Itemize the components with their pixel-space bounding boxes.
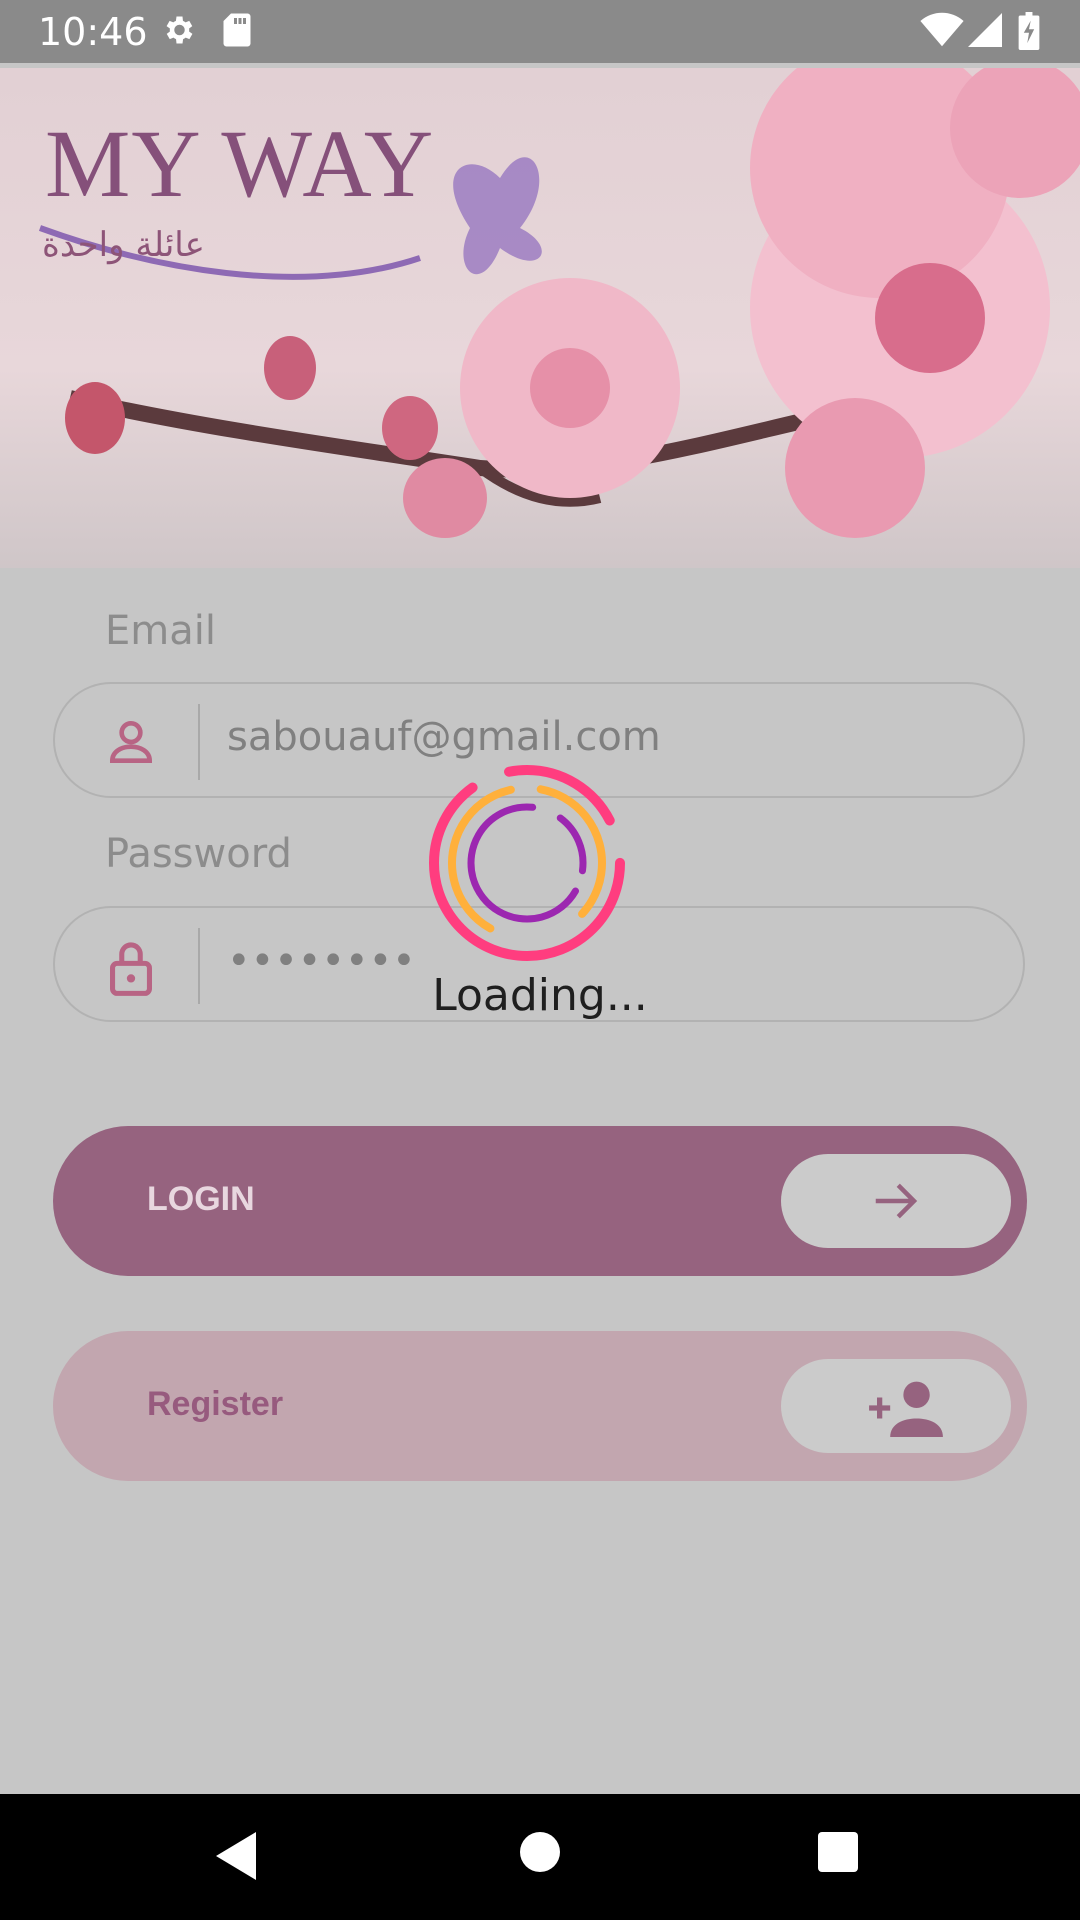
loading-spinner [429,765,625,961]
login-arrow-pill[interactable] [781,1154,1011,1248]
arrow-right-icon [875,1183,918,1219]
register-label: Register [147,1385,284,1423]
register-icon-pill[interactable] [781,1359,1011,1453]
brand-title: MY WAY [45,110,435,217]
home-icon[interactable] [520,1832,560,1877]
battery-icon [1018,12,1040,55]
settings-icon [160,12,196,53]
person-icon [103,714,159,775]
loading-text: Loading... [432,970,648,1021]
brand-subtitle: عائلة واحدة [42,225,205,265]
register-button[interactable]: Register [53,1331,1027,1481]
signal-icon [968,12,1002,53]
status-time: 10:46 [38,10,148,54]
password-label: Password [105,831,292,877]
sd-card-icon [222,12,252,53]
field-divider [198,704,200,780]
status-bar: 10:46 [0,0,1080,63]
login-button[interactable]: LOGIN [53,1126,1027,1276]
navigation-bar [0,1794,1080,1920]
wifi-icon [920,12,964,53]
recents-icon[interactable] [818,1832,858,1877]
header-image: MY WAY عائلة واحدة [0,68,1080,568]
back-icon[interactable] [216,1832,260,1885]
add-person-icon [869,1381,943,1437]
login-label: LOGIN [147,1180,255,1218]
email-input[interactable]: sabouauf@gmail.com [227,714,927,760]
email-label: Email [105,608,216,654]
